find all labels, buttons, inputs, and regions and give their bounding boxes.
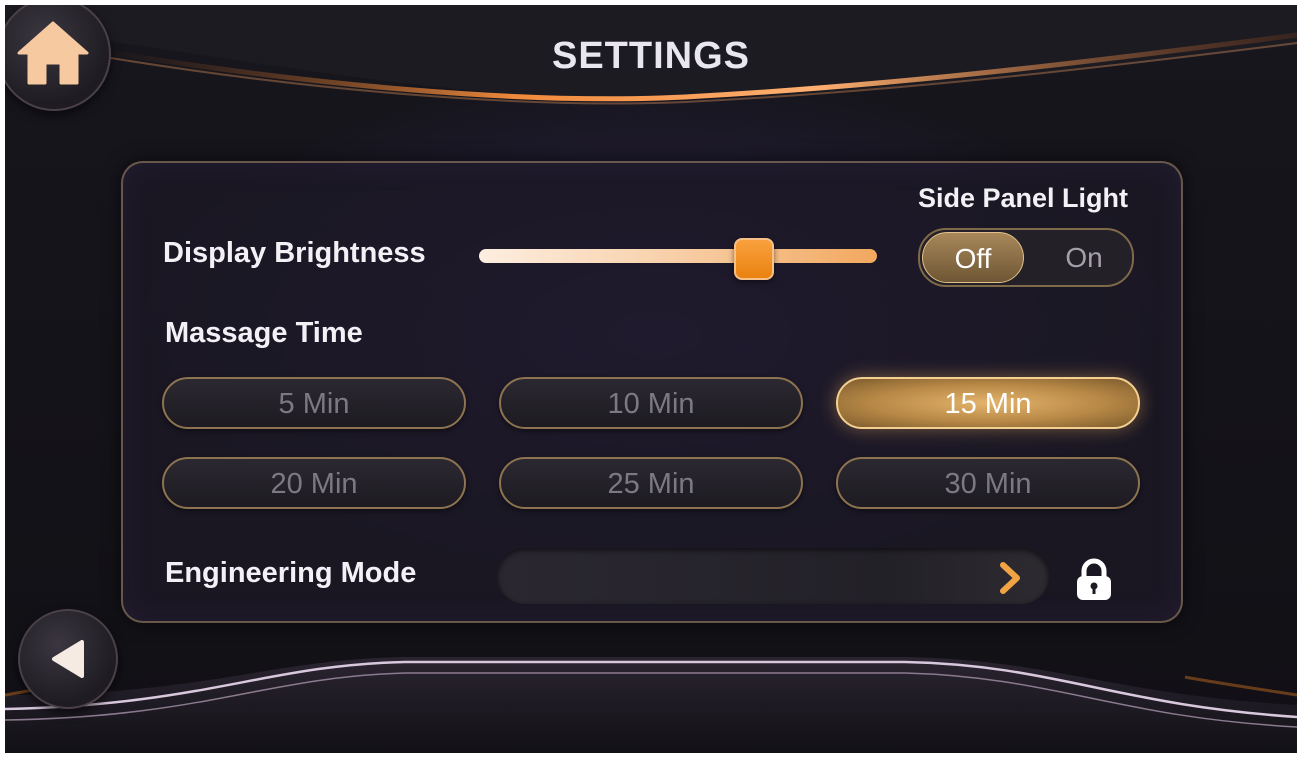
device-screen: SETTINGS Display Brightness Side Panel L… — [5, 5, 1297, 753]
chevron-right-icon[interactable] — [999, 562, 1023, 594]
display-brightness-label: Display Brightness — [163, 237, 426, 269]
massage-time-10-min[interactable]: 10 Min — [499, 377, 803, 429]
side-panel-light-label: Side Panel Light — [918, 183, 1129, 213]
toggle-off-option[interactable]: Off — [922, 232, 1024, 283]
brightness-slider-thumb[interactable] — [734, 238, 774, 280]
massage-time-5-min[interactable]: 5 Min — [162, 377, 466, 429]
engineering-mode-label: Engineering Mode — [165, 557, 417, 589]
toggle-on-option[interactable]: On — [1040, 230, 1128, 285]
triangle-left-icon — [52, 640, 84, 678]
massage-time-25-min[interactable]: 25 Min — [499, 457, 803, 509]
massage-time-30-min[interactable]: 30 Min — [836, 457, 1140, 509]
side-panel-light-toggle[interactable]: Off On — [918, 228, 1134, 287]
brightness-slider[interactable] — [479, 249, 877, 263]
engineering-mode-slide-bar[interactable] — [497, 548, 1049, 604]
massage-time-label: Massage Time — [165, 317, 363, 349]
home-icon — [17, 21, 89, 85]
massage-time-20-min[interactable]: 20 Min — [162, 457, 466, 509]
stage: SETTINGS Display Brightness Side Panel L… — [0, 0, 1301, 757]
back-button[interactable] — [18, 609, 118, 709]
lock-icon — [1077, 558, 1111, 600]
massage-time-15-min[interactable]: 15 Min — [836, 377, 1140, 429]
page-title: SETTINGS — [551, 35, 751, 77]
